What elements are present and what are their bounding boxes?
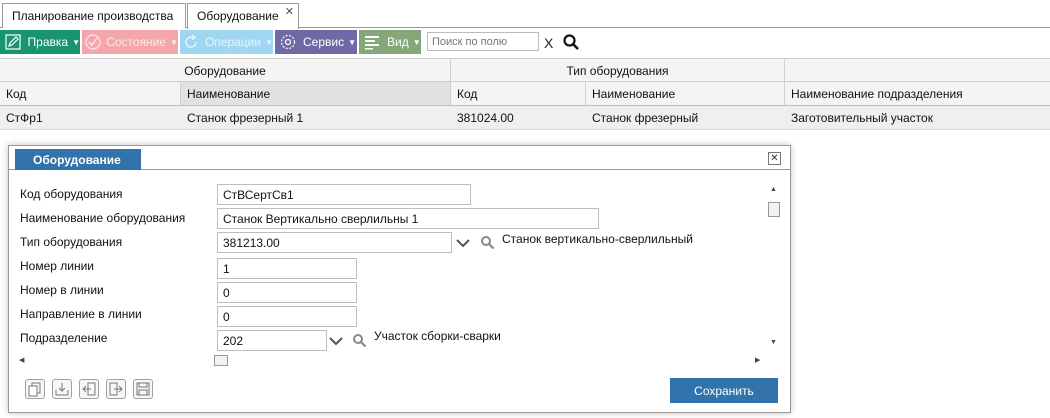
state-label: Состояние: [106, 35, 167, 49]
scroll-right-icon[interactable]: ▶: [755, 356, 760, 364]
code-label: Код оборудования: [20, 187, 123, 201]
save-disk-icon[interactable]: [133, 379, 153, 399]
department-label: Подразделение: [20, 331, 108, 345]
line-position-field[interactable]: 0: [217, 282, 357, 303]
view-label: Вид: [387, 35, 409, 49]
search-icon[interactable]: [352, 333, 367, 351]
tab-label: Планирование производства: [12, 9, 174, 23]
column-header-name[interactable]: Наименование: [181, 82, 451, 105]
column-header-department[interactable]: Наименование подразделения: [785, 82, 1050, 105]
cell-code: СтФр1: [6, 111, 43, 125]
horizontal-scrollbar[interactable]: ◀ ▶: [17, 354, 767, 368]
chevron-down-icon: ▼: [412, 37, 421, 47]
pencil-icon: [2, 31, 24, 53]
back-icon[interactable]: [79, 379, 99, 399]
line-position-label: Номер в линии: [20, 283, 104, 297]
type-label: Тип оборудования: [20, 235, 123, 249]
dialog-tab-equipment[interactable]: Оборудование: [15, 149, 141, 170]
tab-label: Оборудование: [197, 9, 279, 23]
operations-button[interactable]: Операции ▼: [180, 30, 273, 54]
gear-icon: [277, 31, 299, 53]
chevron-down-icon: ▼: [72, 37, 80, 47]
toolbar: Правка ▼ Состояние ▼ Операции ▼ Сервис ▼…: [0, 30, 1050, 54]
name-label: Наименование оборудования: [20, 211, 186, 225]
scroll-up-icon[interactable]: ▲: [770, 186, 777, 193]
cell-type-name: Станок фрезерный: [592, 111, 699, 125]
code-field[interactable]: СтВСертСв1: [217, 184, 471, 205]
chevron-down-icon[interactable]: [456, 237, 470, 251]
group-header-row: Оборудование Тип оборудования: [0, 58, 1050, 82]
chevron-down-icon[interactable]: [329, 335, 343, 349]
cell-type-code: 381024.00: [457, 111, 514, 125]
column-header-type-code[interactable]: Код: [451, 82, 586, 105]
chevron-down-icon: ▼: [265, 37, 273, 47]
line-number-label: Номер линии: [20, 259, 95, 273]
import-icon[interactable]: [52, 379, 72, 399]
column-header-row: Код Наименование Код Наименование Наимен…: [0, 82, 1050, 106]
scroll-left-icon[interactable]: ◀: [19, 356, 24, 364]
line-direction-label: Направление в линии: [20, 307, 142, 321]
department-name-text: Участок сборки-сварки: [374, 329, 501, 343]
chevron-down-icon: ▼: [170, 37, 178, 47]
service-label: Сервис: [303, 35, 345, 49]
scroll-thumb[interactable]: [214, 355, 228, 366]
table-row[interactable]: СтФр1 Станок фрезерный 1 381024.00 Стано…: [0, 106, 1050, 130]
close-icon[interactable]: ✕: [285, 5, 294, 18]
refresh-icon: [182, 31, 201, 53]
dialog-header: Оборудование ✕: [9, 146, 790, 170]
service-button[interactable]: Сервис ▼: [275, 30, 357, 54]
type-name-text: Станок вертикально-сверлильный: [502, 232, 693, 246]
check-circle-icon: [84, 31, 102, 53]
equipment-form: Код оборудования СтВСертСв1 Наименование…: [9, 182, 765, 354]
state-button[interactable]: Состояние ▼: [82, 30, 178, 54]
search-input[interactable]: [427, 32, 539, 51]
search-icon[interactable]: [480, 235, 495, 253]
column-header-code[interactable]: Код: [0, 82, 181, 105]
column-header-type-name[interactable]: Наименование: [586, 82, 785, 105]
tab-equipment[interactable]: Оборудование ✕: [187, 3, 299, 29]
list-view-icon: [361, 31, 383, 53]
type-field[interactable]: 381213.00: [217, 232, 452, 253]
cell-name: Станок фрезерный 1: [187, 111, 304, 125]
line-direction-field[interactable]: 0: [217, 306, 357, 327]
group-header-equipment-type: Тип оборудования: [451, 59, 785, 81]
copy-icon[interactable]: [25, 379, 45, 399]
operations-label: Операции: [204, 35, 262, 49]
group-header-equipment: Оборудование: [0, 59, 451, 81]
chevron-down-icon: ▼: [348, 37, 357, 47]
tab-production-planning[interactable]: Планирование производства: [2, 3, 186, 28]
save-button[interactable]: Сохранить: [670, 378, 778, 403]
tab-bar: Планирование производства Оборудование ✕: [0, 0, 1050, 29]
line-number-field[interactable]: 1: [217, 258, 357, 279]
name-field[interactable]: Станок Вертикально сверлильны 1: [217, 208, 599, 229]
department-field[interactable]: 202: [217, 330, 327, 351]
scroll-down-icon[interactable]: ▼: [770, 339, 777, 346]
vertical-scrollbar[interactable]: ▲ ▼: [766, 182, 783, 354]
edit-label: Правка: [27, 35, 69, 49]
search-icon[interactable]: [562, 33, 580, 54]
close-icon[interactable]: ✕: [768, 152, 781, 165]
forward-icon[interactable]: [106, 379, 126, 399]
edit-button[interactable]: Правка ▼: [0, 30, 80, 54]
clear-search-button[interactable]: X: [544, 35, 553, 51]
view-button[interactable]: Вид ▼: [359, 30, 421, 54]
scroll-thumb[interactable]: [768, 202, 780, 217]
cell-department: Заготовительный участок: [791, 111, 933, 125]
equipment-dialog: Оборудование ✕ Код оборудования СтВСертС…: [8, 145, 791, 413]
